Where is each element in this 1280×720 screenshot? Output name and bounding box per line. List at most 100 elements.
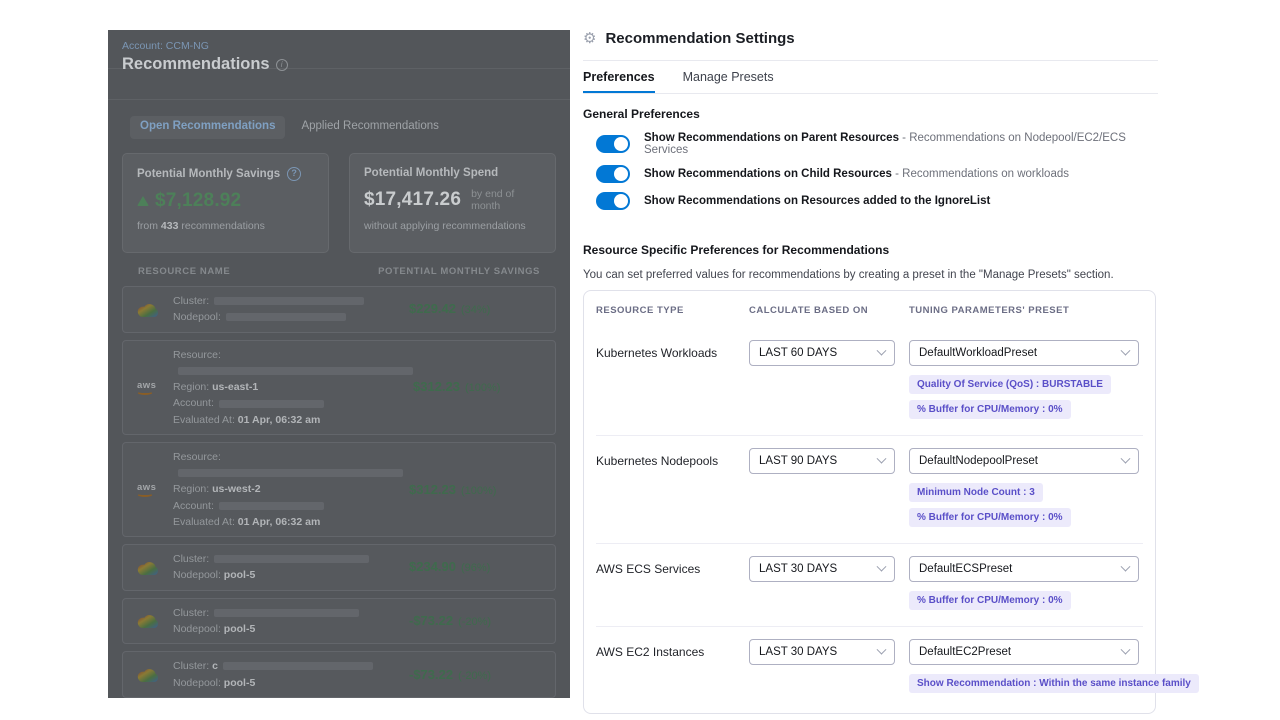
resource-details: Cluster: Nodepool: bbox=[173, 293, 409, 326]
preset-parameter-chip: % Buffer for CPU/Memory : 0% bbox=[909, 591, 1071, 610]
tab-manage-presets[interactable]: Manage Presets bbox=[683, 61, 774, 93]
spend-card-title: Potential Monthly Spend bbox=[364, 167, 498, 179]
column-header-potential-monthly-savings: POTENTIAL MONTHLY SAVINGS bbox=[378, 266, 540, 277]
calculate-based-on-select[interactable]: LAST 90 DAYS bbox=[749, 448, 895, 474]
savings-value: $229.42 bbox=[409, 301, 456, 316]
select-value: DefaultNodepoolPreset bbox=[919, 455, 1038, 467]
redacted-value bbox=[226, 313, 346, 321]
detail-label: Cluster: bbox=[173, 607, 209, 619]
detail-line: Region: us-west-2 bbox=[173, 481, 409, 497]
settings-panel-title: Recommendation Settings bbox=[605, 30, 794, 47]
toggle-switch[interactable] bbox=[596, 135, 630, 153]
preset-parameter-chips: Show Recommendation : Within the same in… bbox=[909, 674, 1199, 693]
detail-line: Cluster: c bbox=[173, 658, 409, 674]
preset-parameter-chips: % Buffer for CPU/Memory : 0% bbox=[909, 591, 1143, 610]
detail-value: pool-5 bbox=[221, 623, 255, 635]
preset-parameter-chips: Minimum Node Count : 3% Buffer for CPU/M… bbox=[909, 483, 1143, 527]
table-row[interactable]: Cluster:Nodepool: pool-5$234.90(96%) bbox=[122, 544, 556, 591]
select-value: LAST 30 DAYS bbox=[759, 646, 837, 658]
tab-preferences[interactable]: Preferences bbox=[583, 61, 655, 93]
table-row[interactable]: awsResource:Region: us-east-1Account:Eva… bbox=[122, 340, 556, 435]
chevron-down-icon bbox=[1121, 345, 1131, 355]
table-row[interactable]: Cluster:Nodepool: pool-5-$73.22(-20%) bbox=[122, 598, 556, 645]
table-row[interactable]: awsResource:Region: us-west-2Account:Eva… bbox=[122, 442, 556, 537]
resource-preferences-rows: Kubernetes WorkloadsLAST 60 DAYSDefaultW… bbox=[596, 328, 1143, 709]
recommendation-settings-panel: ⚙ Recommendation Settings Preferences Ma… bbox=[570, 0, 1280, 720]
recommendations-page: Account: CCM-NG Recommendations i Open R… bbox=[108, 30, 570, 698]
select-value: DefaultECSPreset bbox=[919, 563, 1012, 575]
general-preferences-heading: General Preferences bbox=[583, 107, 1158, 121]
toggle-switch[interactable] bbox=[596, 192, 630, 210]
preset-parameter-chip: % Buffer for CPU/Memory : 0% bbox=[909, 400, 1071, 419]
detail-label: Account: bbox=[173, 500, 214, 512]
table-row[interactable]: Cluster: c Nodepool: pool-5 -$73.22(-20%) bbox=[122, 651, 556, 698]
calculate-based-on-cell: LAST 30 DAYS bbox=[749, 556, 909, 610]
chevron-down-icon bbox=[1121, 561, 1131, 571]
tuning-preset-select[interactable]: DefaultEC2Preset bbox=[909, 639, 1139, 665]
account-breadcrumb-link[interactable]: Account: CCM-NG bbox=[122, 40, 209, 52]
general-preferences-toggles: Show Recommendations on Parent Resources… bbox=[583, 132, 1158, 210]
savings-cell: -$73.22(-20%) bbox=[409, 666, 541, 684]
page-title: Recommendations bbox=[122, 55, 270, 74]
info-icon[interactable]: i bbox=[276, 59, 288, 71]
calculate-based-on-select[interactable]: LAST 60 DAYS bbox=[749, 340, 895, 366]
detail-label: Nodepool: bbox=[173, 311, 221, 323]
potential-monthly-savings-card: Potential Monthly Savings ? $7,128.92 fr… bbox=[122, 153, 329, 253]
resource-preference-row: AWS EC2 InstancesLAST 30 DAYSDefaultEC2P… bbox=[596, 627, 1143, 709]
tuning-preset-select[interactable]: DefaultNodepoolPreset bbox=[909, 448, 1139, 474]
resource-details: Resource:Region: us-east-1Account:Evalua… bbox=[173, 347, 413, 428]
savings-cell: $312.23(100%) bbox=[409, 481, 541, 499]
resource-specific-heading: Resource Specific Preferences for Recomm… bbox=[583, 243, 1158, 257]
detail-label: Region: bbox=[173, 483, 209, 495]
detail-label: Nodepool: bbox=[173, 623, 221, 635]
spend-sub-text: without applying recommendations bbox=[364, 220, 541, 232]
tuning-preset-select[interactable]: DefaultWorkloadPreset bbox=[909, 340, 1139, 366]
calculate-based-on-select[interactable]: LAST 30 DAYS bbox=[749, 556, 895, 582]
detail-line: Resource: bbox=[173, 449, 409, 482]
savings-value: -$73.22 bbox=[409, 667, 453, 682]
preset-parameter-chip: % Buffer for CPU/Memory : 0% bbox=[909, 508, 1071, 527]
savings-cell: $234.90(96%) bbox=[409, 558, 541, 576]
calculate-based-on-select[interactable]: LAST 30 DAYS bbox=[749, 639, 895, 665]
recommendations-table-rows: Cluster:Nodepool:$229.42(34%)awsResource… bbox=[108, 286, 570, 698]
table-row[interactable]: Cluster:Nodepool:$229.42(34%) bbox=[122, 286, 556, 333]
tuning-preset-select[interactable]: DefaultECSPreset bbox=[909, 556, 1139, 582]
preference-toggle-row: Show Recommendations on Child Resources … bbox=[596, 165, 1158, 183]
tab-applied-recommendations[interactable]: Applied Recommendations bbox=[291, 116, 448, 139]
detail-value: 01 Apr, 06:32 am bbox=[235, 414, 320, 426]
detail-line: Nodepool: pool-5 bbox=[173, 621, 409, 637]
preset-parameter-chips: Quality Of Service (QoS) : BURSTABLE% Bu… bbox=[909, 375, 1143, 419]
detail-line: Cluster: bbox=[173, 293, 409, 309]
resource-details: Cluster: Nodepool: pool-5 bbox=[173, 605, 409, 638]
chevron-down-icon bbox=[1121, 644, 1131, 654]
tab-open-recommendations[interactable]: Open Recommendations bbox=[130, 116, 285, 139]
gcp-cloud-icon bbox=[137, 667, 173, 682]
savings-percent: (100%) bbox=[465, 382, 500, 394]
select-value: DefaultEC2Preset bbox=[919, 646, 1011, 658]
detail-label: Region: bbox=[173, 381, 209, 393]
column-header-resource-type: RESOURCE TYPE bbox=[596, 305, 749, 316]
tuning-preset-cell: DefaultWorkloadPreset Quality Of Service … bbox=[909, 340, 1143, 419]
detail-line: Evaluated At: 01 Apr, 06:32 am bbox=[173, 412, 413, 428]
resource-preferences-card: RESOURCE TYPE CALCULATE BASED ON TUNING … bbox=[583, 290, 1156, 714]
detail-value: pool-5 bbox=[221, 677, 255, 689]
savings-card-title: Potential Monthly Savings bbox=[137, 168, 280, 180]
detail-value: 01 Apr, 06:32 am bbox=[235, 516, 320, 528]
select-value: LAST 90 DAYS bbox=[759, 455, 837, 467]
savings-sub-text: from 433 recommendations bbox=[137, 220, 314, 232]
detail-label: Cluster: bbox=[173, 660, 209, 672]
help-icon[interactable]: ? bbox=[287, 167, 301, 181]
tuning-preset-cell: DefaultECSPreset % Buffer for CPU/Memory … bbox=[909, 556, 1143, 610]
detail-label: Evaluated At: bbox=[173, 414, 235, 426]
spend-amount: $17,417.26 bbox=[364, 189, 461, 211]
gcp-cloud-icon bbox=[137, 302, 173, 317]
column-header-resource-name: RESOURCE NAME bbox=[138, 266, 230, 277]
resource-details: Cluster: c Nodepool: pool-5 bbox=[173, 658, 409, 691]
toggle-switch[interactable] bbox=[596, 165, 630, 183]
savings-percent: (100%) bbox=[461, 485, 496, 497]
detail-line: Resource: bbox=[173, 347, 413, 380]
detail-label: Nodepool: bbox=[173, 677, 221, 689]
resource-preference-row: Kubernetes NodepoolsLAST 90 DAYSDefaultN… bbox=[596, 436, 1143, 544]
savings-value: -$73.22 bbox=[409, 613, 453, 628]
detail-label: Nodepool: bbox=[173, 569, 221, 581]
